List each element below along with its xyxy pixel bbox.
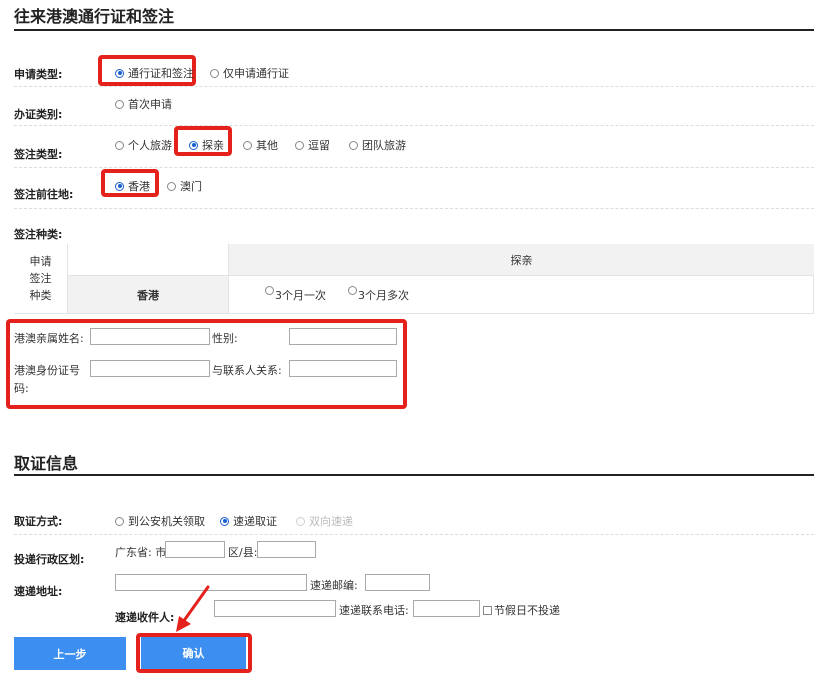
relative-id-label-line: 港澳身份证号 — [14, 364, 80, 377]
endorse-type-option-personal[interactable]: 个人旅游 — [115, 137, 172, 153]
radio-checked-icon[interactable] — [115, 181, 124, 191]
gender-input[interactable] — [289, 328, 397, 345]
relative-name-label: 港澳亲属姓名: — [14, 332, 84, 345]
endorse-type-option-group-tour[interactable]: 团队旅游 — [349, 137, 406, 153]
option-label: 3个月多次 — [358, 288, 409, 302]
row-divider — [14, 167, 814, 168]
radio-icon[interactable] — [167, 181, 176, 191]
radio-checked-icon[interactable] — [189, 140, 198, 150]
table-cell-place: 香港 — [68, 276, 228, 314]
destination-option-macau[interactable]: 澳门 — [167, 178, 202, 194]
relative-id-label-line: 码: — [14, 382, 29, 395]
option-label: 双向速递 — [309, 515, 353, 528]
relative-id-label: 港澳身份证号 码: — [14, 362, 80, 398]
holiday-no-delivery-checkbox[interactable]: 节假日不投递 — [483, 602, 560, 618]
table-header-family-visit: 探亲 — [228, 244, 814, 276]
section-divider — [14, 474, 814, 476]
option-label: 3个月一次 — [275, 288, 326, 302]
checkbox-label: 节假日不投递 — [494, 604, 560, 617]
radio-icon[interactable] — [115, 99, 124, 109]
relative-id-input[interactable] — [90, 360, 210, 377]
section-title-pickup: 取证信息 — [14, 454, 79, 473]
option-label: 澳门 — [180, 180, 202, 193]
recipient-input[interactable] — [214, 600, 336, 617]
endorse-type-option-other[interactable]: 其他 — [243, 137, 278, 153]
phone-label: 速递联系电话: — [339, 604, 409, 617]
radio-checked-icon[interactable] — [115, 68, 124, 78]
pickup-method-option-express[interactable]: 速递取证 — [220, 513, 277, 529]
table-row-head: 申请 签注 种类 — [14, 244, 68, 314]
district-label: 区/县: — [228, 546, 258, 559]
table-corner — [68, 244, 228, 276]
province-city-label: 广东省: 市: — [115, 546, 170, 559]
recipient-label: 速递收件人: — [115, 611, 175, 624]
radio-icon[interactable] — [210, 68, 219, 78]
option-label: 通行证和签注 — [128, 67, 194, 80]
apply-type-option-pass-only[interactable]: 仅申请通行证 — [210, 65, 289, 81]
pickup-method-option-police[interactable]: 到公安机关领取 — [115, 513, 205, 529]
page-title: 往来港澳通行证和签注 — [14, 7, 175, 26]
destination-option-hongkong[interactable]: 香港 — [115, 178, 150, 194]
option-label: 团队旅游 — [362, 139, 406, 152]
option-label: 其他 — [256, 139, 278, 152]
option-label: 到公安机关领取 — [128, 515, 205, 528]
confirm-button[interactable]: 确认 — [141, 637, 246, 669]
destination-label: 签注前往地: — [14, 188, 74, 201]
radio-checked-icon[interactable] — [220, 516, 229, 526]
row-head-line: 种类 — [29, 289, 52, 302]
cert-category-label: 办证类别: — [14, 108, 63, 121]
relation-label: 与联系人关系: — [212, 364, 282, 377]
apply-type-label: 申请类型: — [14, 68, 63, 81]
endorse-kind-table: 申请 签注 种类 探亲 香港 3个月一次 3个月多次 — [14, 244, 814, 314]
table-cell-options: 3个月一次 3个月多次 — [228, 276, 814, 314]
relation-input[interactable] — [289, 360, 397, 377]
city-input[interactable] — [165, 541, 225, 558]
row-head-line: 申请 — [29, 255, 52, 268]
endorse-kind-option-3m-single[interactable]: 3个月一次 — [265, 286, 326, 303]
row-divider — [14, 86, 814, 87]
gender-label: 性别: — [212, 332, 238, 345]
endorse-type-option-family-visit[interactable]: 探亲 — [189, 137, 224, 153]
row-divider — [14, 208, 814, 209]
relative-name-input[interactable] — [90, 328, 210, 345]
endorse-type-option-stay[interactable]: 逗留 — [295, 137, 330, 153]
radio-icon[interactable] — [265, 286, 274, 295]
option-label: 个人旅游 — [128, 139, 172, 152]
checkbox-icon[interactable] — [483, 605, 492, 615]
prev-step-button[interactable]: 上一步 — [14, 637, 126, 670]
pickup-method-label: 取证方式: — [14, 515, 63, 528]
radio-icon[interactable] — [295, 140, 304, 150]
radio-icon[interactable] — [348, 286, 357, 295]
address-label: 速递地址: — [14, 585, 63, 598]
phone-input[interactable] — [413, 600, 480, 617]
endorse-kind-label: 签注种类: — [14, 228, 63, 241]
district-input[interactable] — [257, 541, 316, 558]
radio-disabled-icon — [296, 516, 305, 526]
option-label: 首次申请 — [128, 98, 172, 111]
option-label: 逗留 — [308, 139, 330, 152]
postcode-input[interactable] — [365, 574, 430, 591]
title-divider — [14, 29, 814, 31]
red-arrow-icon — [176, 585, 210, 632]
apply-type-option-pass-and-endorse[interactable]: 通行证和签注 — [115, 65, 194, 81]
option-label: 仅申请通行证 — [223, 67, 289, 80]
region-label: 投递行政区划: — [14, 553, 85, 566]
radio-icon[interactable] — [115, 516, 124, 526]
endorse-kind-option-3m-multi[interactable]: 3个月多次 — [348, 286, 409, 303]
radio-icon[interactable] — [115, 140, 124, 150]
pickup-method-option-two-way-express: 双向速递 — [296, 513, 353, 529]
row-divider — [14, 125, 814, 126]
option-label: 香港 — [128, 180, 150, 193]
option-label: 探亲 — [202, 139, 224, 152]
row-head-line: 签注 — [29, 272, 52, 285]
row-divider — [14, 534, 814, 535]
cert-category-option-first[interactable]: 首次申请 — [115, 96, 172, 112]
radio-icon[interactable] — [243, 140, 252, 150]
option-label: 速递取证 — [233, 515, 277, 528]
endorse-type-label: 签注类型: — [14, 148, 63, 161]
radio-icon[interactable] — [349, 140, 358, 150]
postcode-label: 速递邮编: — [310, 579, 358, 592]
